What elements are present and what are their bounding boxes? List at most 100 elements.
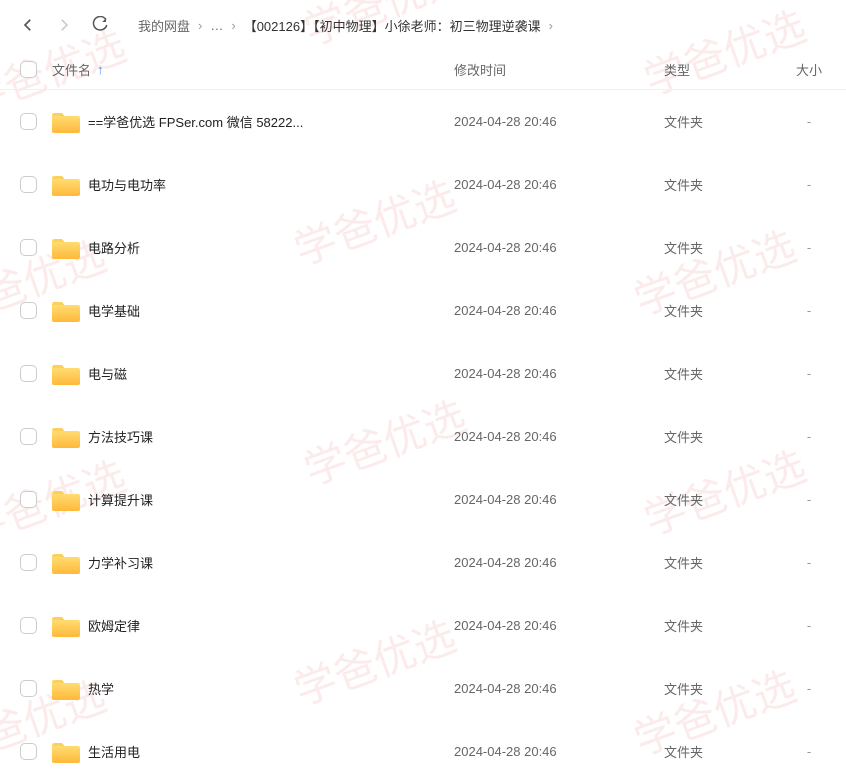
file-size: - <box>784 555 834 570</box>
file-size: - <box>784 492 834 507</box>
file-size: - <box>784 618 834 633</box>
file-type: 文件夹 <box>664 175 784 194</box>
file-size: - <box>784 114 834 129</box>
refresh-button[interactable] <box>82 7 118 43</box>
row-checkbox[interactable] <box>20 680 37 697</box>
file-time: 2024-04-28 20:46 <box>454 681 664 696</box>
row-checkbox-cell <box>20 176 52 193</box>
row-icon-cell <box>52 299 88 323</box>
file-row[interactable]: 电路分析 2024-04-28 20:46 文件夹 - <box>0 216 846 279</box>
file-time: 2024-04-28 20:46 <box>454 240 664 255</box>
forward-button[interactable] <box>46 7 82 43</box>
folder-icon <box>52 551 80 575</box>
file-name[interactable]: 电学基础 <box>88 301 454 320</box>
folder-icon <box>52 614 80 638</box>
row-icon-cell <box>52 173 88 197</box>
file-row[interactable]: 电功与电功率 2024-04-28 20:46 文件夹 - <box>0 153 846 216</box>
breadcrumb: 我的网盘 › … › 【002126】【初中物理】小徐老师：初三物理逆袭课 › <box>138 16 561 35</box>
folder-icon <box>52 110 80 134</box>
row-checkbox-cell <box>20 491 52 508</box>
file-row[interactable]: 生活用电 2024-04-28 20:46 文件夹 - <box>0 720 846 783</box>
row-checkbox[interactable] <box>20 617 37 634</box>
file-time: 2024-04-28 20:46 <box>454 429 664 444</box>
file-row[interactable]: 欧姆定律 2024-04-28 20:46 文件夹 - <box>0 594 846 657</box>
refresh-icon <box>91 16 109 34</box>
folder-icon <box>52 299 80 323</box>
file-type: 文件夹 <box>664 301 784 320</box>
file-type: 文件夹 <box>664 490 784 509</box>
row-checkbox-cell <box>20 239 52 256</box>
file-name[interactable]: 欧姆定律 <box>88 616 454 635</box>
folder-icon <box>52 488 80 512</box>
file-type: 文件夹 <box>664 112 784 131</box>
select-all-checkbox[interactable] <box>20 61 37 78</box>
file-type: 文件夹 <box>664 238 784 257</box>
breadcrumb-separator-icon: › <box>231 18 235 33</box>
header-checkbox-cell <box>20 61 52 78</box>
file-name[interactable]: ==学爸优选 FPSer.com 微信 58222... <box>88 112 454 131</box>
row-icon-cell <box>52 614 88 638</box>
file-size: - <box>784 681 834 696</box>
file-row[interactable]: 计算提升课 2024-04-28 20:46 文件夹 - <box>0 468 846 531</box>
file-row[interactable]: 电学基础 2024-04-28 20:46 文件夹 - <box>0 279 846 342</box>
row-checkbox[interactable] <box>20 302 37 319</box>
row-checkbox-cell <box>20 743 52 760</box>
file-name[interactable]: 计算提升课 <box>88 490 454 509</box>
row-checkbox[interactable] <box>20 491 37 508</box>
file-name[interactable]: 电与磁 <box>88 364 454 383</box>
row-checkbox-cell <box>20 113 52 130</box>
file-time: 2024-04-28 20:46 <box>454 555 664 570</box>
breadcrumb-separator-icon: › <box>549 18 553 33</box>
header-size[interactable]: 大小 <box>784 60 834 79</box>
file-time: 2024-04-28 20:46 <box>454 177 664 192</box>
row-checkbox-cell <box>20 680 52 697</box>
row-icon-cell <box>52 362 88 386</box>
row-checkbox-cell <box>20 428 52 445</box>
row-checkbox[interactable] <box>20 176 37 193</box>
file-row[interactable]: 电与磁 2024-04-28 20:46 文件夹 - <box>0 342 846 405</box>
row-icon-cell <box>52 488 88 512</box>
file-name[interactable]: 电功与电功率 <box>88 175 454 194</box>
breadcrumb-separator-icon: › <box>198 18 202 33</box>
file-list: ==学爸优选 FPSer.com 微信 58222... 2024-04-28 … <box>0 90 846 783</box>
row-checkbox[interactable] <box>20 554 37 571</box>
file-name[interactable]: 热学 <box>88 679 454 698</box>
file-row[interactable]: ==学爸优选 FPSer.com 微信 58222... 2024-04-28 … <box>0 90 846 153</box>
file-row[interactable]: 力学补习课 2024-04-28 20:46 文件夹 - <box>0 531 846 594</box>
file-name[interactable]: 电路分析 <box>88 238 454 257</box>
row-checkbox[interactable] <box>20 239 37 256</box>
row-checkbox[interactable] <box>20 428 37 445</box>
header-type[interactable]: 类型 <box>664 60 784 79</box>
file-size: - <box>784 177 834 192</box>
file-type: 文件夹 <box>664 742 784 761</box>
file-row[interactable]: 方法技巧课 2024-04-28 20:46 文件夹 - <box>0 405 846 468</box>
file-name[interactable]: 方法技巧课 <box>88 427 454 446</box>
row-icon-cell <box>52 236 88 260</box>
file-row[interactable]: 热学 2024-04-28 20:46 文件夹 - <box>0 657 846 720</box>
row-checkbox[interactable] <box>20 365 37 382</box>
row-checkbox-cell <box>20 302 52 319</box>
header-name[interactable]: 文件名 ↑ <box>52 60 454 79</box>
breadcrumb-root[interactable]: 我的网盘 <box>138 16 190 35</box>
back-button[interactable] <box>10 7 46 43</box>
row-checkbox-cell <box>20 365 52 382</box>
folder-icon <box>52 362 80 386</box>
row-icon-cell <box>52 740 88 764</box>
file-name[interactable]: 生活用电 <box>88 742 454 761</box>
file-time: 2024-04-28 20:46 <box>454 366 664 381</box>
nav-buttons <box>10 7 118 43</box>
file-time: 2024-04-28 20:46 <box>454 114 664 129</box>
file-time: 2024-04-28 20:46 <box>454 492 664 507</box>
row-checkbox[interactable] <box>20 743 37 760</box>
row-checkbox[interactable] <box>20 113 37 130</box>
file-type: 文件夹 <box>664 553 784 572</box>
file-type: 文件夹 <box>664 616 784 635</box>
folder-icon <box>52 677 80 701</box>
file-name[interactable]: 力学补习课 <box>88 553 454 572</box>
folder-icon <box>52 236 80 260</box>
breadcrumb-ellipsis[interactable]: … <box>210 18 223 33</box>
sort-ascending-icon: ↑ <box>97 62 104 77</box>
header-time[interactable]: 修改时间 <box>454 60 664 79</box>
file-time: 2024-04-28 20:46 <box>454 303 664 318</box>
file-type: 文件夹 <box>664 427 784 446</box>
